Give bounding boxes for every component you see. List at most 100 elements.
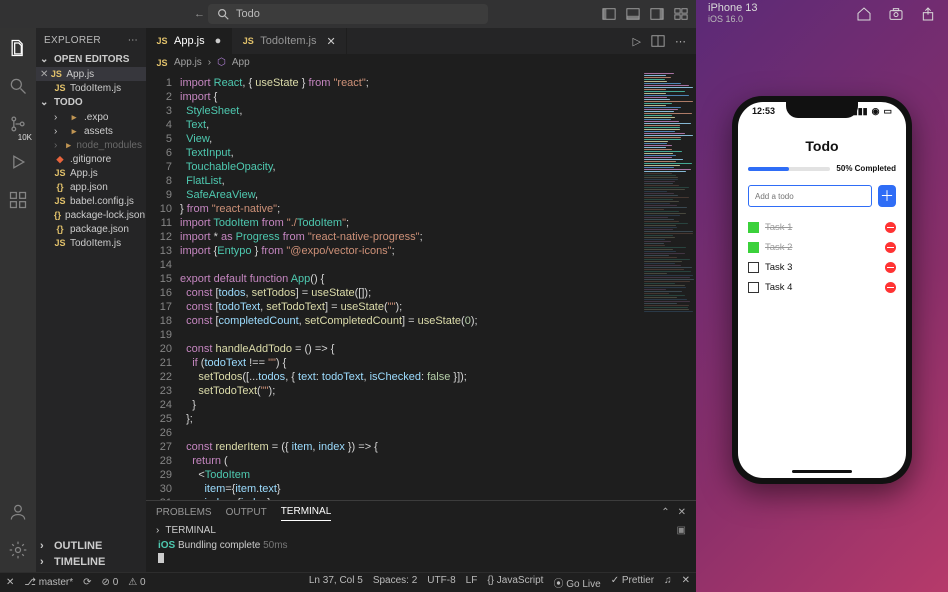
timeline-head[interactable]: ›TIMELINE <box>36 554 146 570</box>
term-suffix: 50ms <box>263 540 287 551</box>
settings-gear-icon[interactable] <box>6 538 30 562</box>
wifi-icon: ◉ <box>872 106 880 117</box>
status-item[interactable]: LF <box>466 575 478 590</box>
tree-item[interactable]: › ▸assets <box>36 124 146 138</box>
file-name: package.json <box>70 224 129 235</box>
layout-sidebar-right-icon[interactable] <box>650 7 664 21</box>
panel-close-icon[interactable]: ✕ <box>678 507 686 518</box>
run-debug-icon[interactable] <box>6 150 30 174</box>
accounts-icon[interactable] <box>6 500 30 524</box>
outline-head[interactable]: ›OUTLINE <box>36 538 146 554</box>
add-todo-input[interactable] <box>748 185 872 207</box>
tree-item[interactable]: {}app.json <box>36 180 146 194</box>
device-os: iOS 16.0 <box>708 14 758 25</box>
device-name: iPhone 13 <box>708 3 758 14</box>
code-content[interactable]: import React, { useState } from "react";… <box>180 72 696 500</box>
tree-item[interactable]: JSbabel.config.js <box>36 194 146 208</box>
json-file-icon: {} <box>54 181 66 193</box>
titlebar: ← → Todo <box>0 0 696 28</box>
more-icon[interactable]: ⋯ <box>675 35 686 48</box>
status-item[interactable]: ⎇ master* <box>24 577 73 588</box>
panel-tab-output[interactable]: OUTPUT <box>226 504 267 521</box>
task-delete-button[interactable] <box>885 242 896 253</box>
tree-item[interactable]: {}package.json <box>36 222 146 236</box>
status-item[interactable]: Spaces: 2 <box>373 575 417 590</box>
terminal-profile-icon[interactable]: ▣ <box>677 525 686 536</box>
tab-label: App.js <box>174 35 205 47</box>
open-editor-item[interactable]: JSTodoItem.js <box>36 81 146 95</box>
status-item[interactable]: ⚠ 0 <box>128 577 145 588</box>
close-icon[interactable]: ✕ <box>326 35 335 48</box>
add-todo-button[interactable]: ＋ <box>878 185 896 207</box>
file-name: assets <box>84 126 113 137</box>
run-icon[interactable]: ▷ <box>633 35 641 48</box>
status-item[interactable]: ⦿ Go Live <box>553 575 600 590</box>
task-checkbox[interactable] <box>748 282 759 293</box>
editor-tab[interactable]: JSApp.js ● <box>146 28 232 54</box>
task-delete-button[interactable] <box>885 282 896 293</box>
panel-maximize-icon[interactable]: ⌃ <box>661 507 669 518</box>
status-item[interactable]: ♫ <box>664 575 672 590</box>
tree-item[interactable]: {}package-lock.json <box>36 208 146 222</box>
editor-tab[interactable]: JSTodoItem.js ✕ <box>232 28 346 54</box>
tree-item[interactable]: › ▸node_modules <box>36 138 146 152</box>
status-item[interactable]: ✕ <box>6 577 14 588</box>
search-icon[interactable] <box>6 74 30 98</box>
status-item[interactable]: Ln 37, Col 5 <box>309 575 363 590</box>
source-control-icon[interactable]: 10K <box>6 112 30 136</box>
sidebar-more-icon[interactable]: ⋯ <box>128 35 138 46</box>
panel-tab-terminal[interactable]: TERMINAL <box>281 503 332 521</box>
task-delete-button[interactable] <box>885 222 896 233</box>
nav-back-icon[interactable]: ← <box>194 8 205 20</box>
status-item[interactable]: ⟳ <box>83 577 91 588</box>
tree-item[interactable]: JSTodoItem.js <box>36 236 146 250</box>
terminal-header: › TERMINAL ▣ <box>146 523 696 538</box>
home-icon[interactable] <box>856 6 872 22</box>
terminal-body[interactable]: iOS Bundling complete 50ms <box>146 538 696 568</box>
task-row: Task 3 <box>748 257 896 277</box>
battery-icon: ▭ <box>883 106 892 117</box>
code-editor[interactable]: 1234567891011121314151617181920212223242… <box>146 72 696 500</box>
status-item[interactable]: ✓ Prettier <box>611 575 654 590</box>
command-center[interactable]: Todo <box>208 4 488 24</box>
file-name: package-lock.json <box>65 210 145 221</box>
breadcrumb-file: App.js <box>174 57 202 68</box>
task-checkbox[interactable] <box>748 222 759 233</box>
breadcrumb[interactable]: JS App.js › ⬡ App <box>146 54 696 72</box>
tree-item[interactable]: ◆.gitignore <box>36 152 146 166</box>
chevron-down-icon: ⌄ <box>40 97 50 108</box>
extensions-icon[interactable] <box>6 188 30 212</box>
task-checkbox[interactable] <box>748 242 759 253</box>
share-icon[interactable] <box>920 6 936 22</box>
file-name: .gitignore <box>70 154 111 165</box>
status-item[interactable]: ✕ <box>682 575 690 590</box>
status-item[interactable]: ⊘ 0 <box>102 577 119 588</box>
close-icon[interactable]: ✕ <box>40 69 48 80</box>
minimap[interactable] <box>638 72 696 500</box>
task-checkbox[interactable] <box>748 262 759 273</box>
todo-app: Todo 50% Completed ＋ Task 1 Task 2 Task … <box>738 128 906 478</box>
home-indicator[interactable] <box>792 470 852 473</box>
terminal-cursor <box>158 553 164 563</box>
explorer-icon[interactable] <box>6 36 30 60</box>
split-editor-icon[interactable] <box>651 34 665 48</box>
task-delete-button[interactable] <box>885 262 896 273</box>
open-editors-head[interactable]: ⌄OPEN EDITORS <box>36 52 146 67</box>
term-prefix: iOS <box>158 540 175 551</box>
layout-customize-icon[interactable] <box>674 7 688 21</box>
layout-sidebar-left-icon[interactable] <box>602 7 616 21</box>
tree-item[interactable]: JSApp.js <box>36 166 146 180</box>
progress-label: 50% Completed <box>836 164 896 173</box>
simulator-titlebar: iPhone 13 iOS 16.0 <box>696 0 948 28</box>
screenshot-icon[interactable] <box>888 6 904 22</box>
outline-label: OUTLINE <box>54 540 102 552</box>
layout-panel-icon[interactable] <box>626 7 640 21</box>
tree-item[interactable]: › ▸.expo <box>36 110 146 124</box>
open-editor-item[interactable]: ✕ JSApp.js <box>36 67 146 81</box>
dirty-dot-icon[interactable]: ● <box>215 35 222 47</box>
project-head[interactable]: ⌄TODO <box>36 95 146 110</box>
panel-tab-problems[interactable]: PROBLEMS <box>156 504 212 521</box>
status-item[interactable]: {} JavaScript <box>487 575 543 590</box>
simulator-window: iPhone 13 iOS 16.0 12:53 ▮▮▮ ◉ ▭ <box>696 0 948 592</box>
status-item[interactable]: UTF-8 <box>427 575 455 590</box>
